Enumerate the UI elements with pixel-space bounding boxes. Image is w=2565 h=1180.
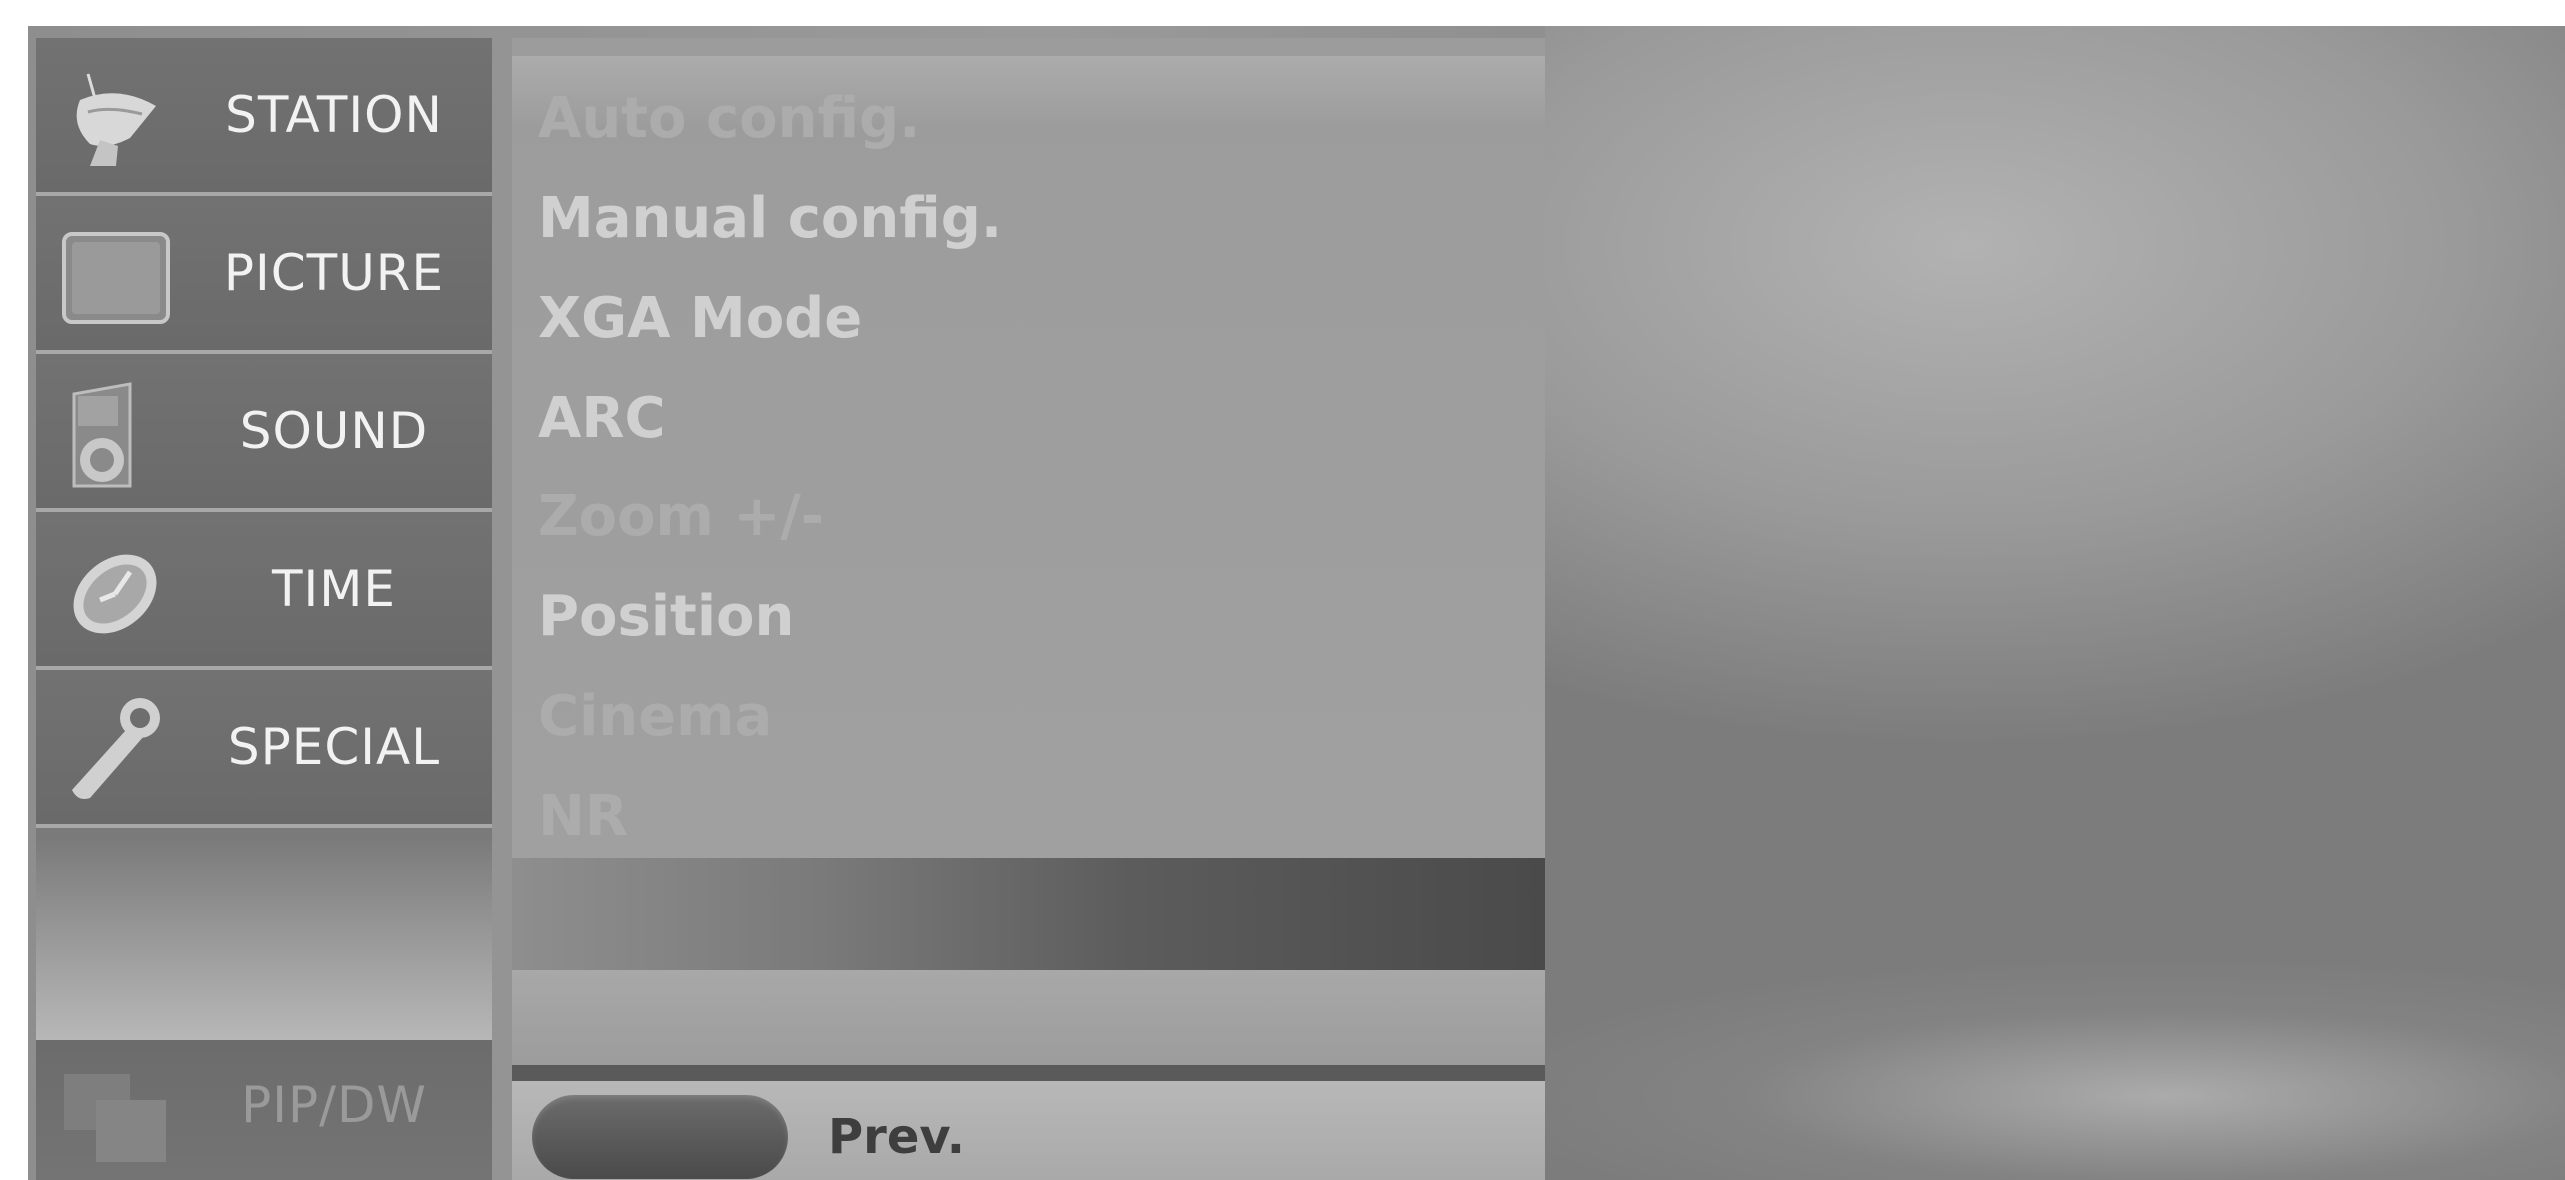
menu-item-station[interactable]: STATION: [36, 38, 492, 196]
menu-item-label: PIP/DW: [241, 1076, 427, 1134]
menu-item-label: SOUND: [239, 402, 429, 460]
menu-item-sound[interactable]: SOUND: [36, 354, 492, 512]
sub-item-nr[interactable]: NR: [538, 772, 628, 862]
sub-item-manual-config[interactable]: Manual config.: [538, 174, 1002, 264]
menu-item-special[interactable]: SPECIAL: [36, 670, 492, 828]
speaker-icon: [60, 378, 170, 488]
menu-item-label: PICTURE: [223, 244, 445, 302]
sub-item-position[interactable]: Position: [538, 572, 794, 662]
menu-item-label: SPECIAL: [227, 718, 441, 776]
top-border: [0, 0, 2565, 26]
pip-windows-icon: [60, 1060, 170, 1170]
clock-icon: [60, 536, 170, 646]
sub-item-arc[interactable]: ARC: [538, 374, 666, 464]
menu-item-label: STATION: [225, 86, 443, 144]
divider: [512, 1065, 1545, 1081]
menu-item-pip[interactable]: PIP/DW: [36, 1040, 492, 1180]
menu-item-label: TIME: [271, 560, 397, 618]
menu-item-time[interactable]: TIME: [36, 512, 492, 670]
prev-label: Prev.: [828, 1109, 966, 1165]
footer-bar: Prev.: [512, 1081, 1545, 1180]
main-menu: STATION PICTURE SOUND TIME SPECIAL PIP/D…: [36, 38, 492, 1180]
sub-item-auto-config[interactable]: Auto config.: [538, 74, 920, 164]
prev-button[interactable]: [532, 1095, 788, 1179]
tv-osd-screen: STATION PICTURE SOUND TIME SPECIAL PIP/D…: [0, 0, 2565, 1180]
sub-menu-panel: Auto config. Manual config. XGA Mode ARC…: [512, 38, 1545, 858]
info-strip: [512, 970, 1545, 1065]
tv-picture-area: [1545, 26, 2565, 1180]
sub-item-cinema[interactable]: Cinema: [538, 672, 772, 762]
menu-item-picture[interactable]: PICTURE: [36, 196, 492, 354]
wrench-icon: [60, 694, 170, 804]
picture-screen-icon: [60, 220, 170, 330]
sub-item-xga-mode[interactable]: XGA Mode: [538, 274, 862, 364]
panel-shade: [512, 858, 1545, 970]
sub-item-zoom[interactable]: Zoom +/-: [538, 472, 824, 562]
satellite-dish-icon: [60, 62, 170, 172]
